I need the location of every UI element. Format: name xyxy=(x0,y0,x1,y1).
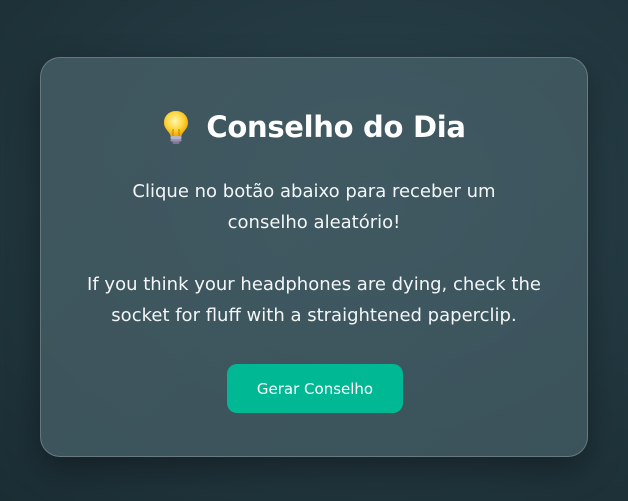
generate-advice-button[interactable]: Gerar Conselho xyxy=(227,364,403,413)
title-row: Conselho do Dia xyxy=(41,107,587,147)
intro-text: Clique no botão abaixo para receber um c… xyxy=(132,181,496,233)
advice-card: Conselho do Dia Clique no botão abaixo p… xyxy=(40,57,588,457)
page-title: Conselho do Dia xyxy=(206,110,466,144)
lightbulb-icon xyxy=(162,109,190,145)
advice-text: If you think your headphones are dying, … xyxy=(87,274,541,326)
